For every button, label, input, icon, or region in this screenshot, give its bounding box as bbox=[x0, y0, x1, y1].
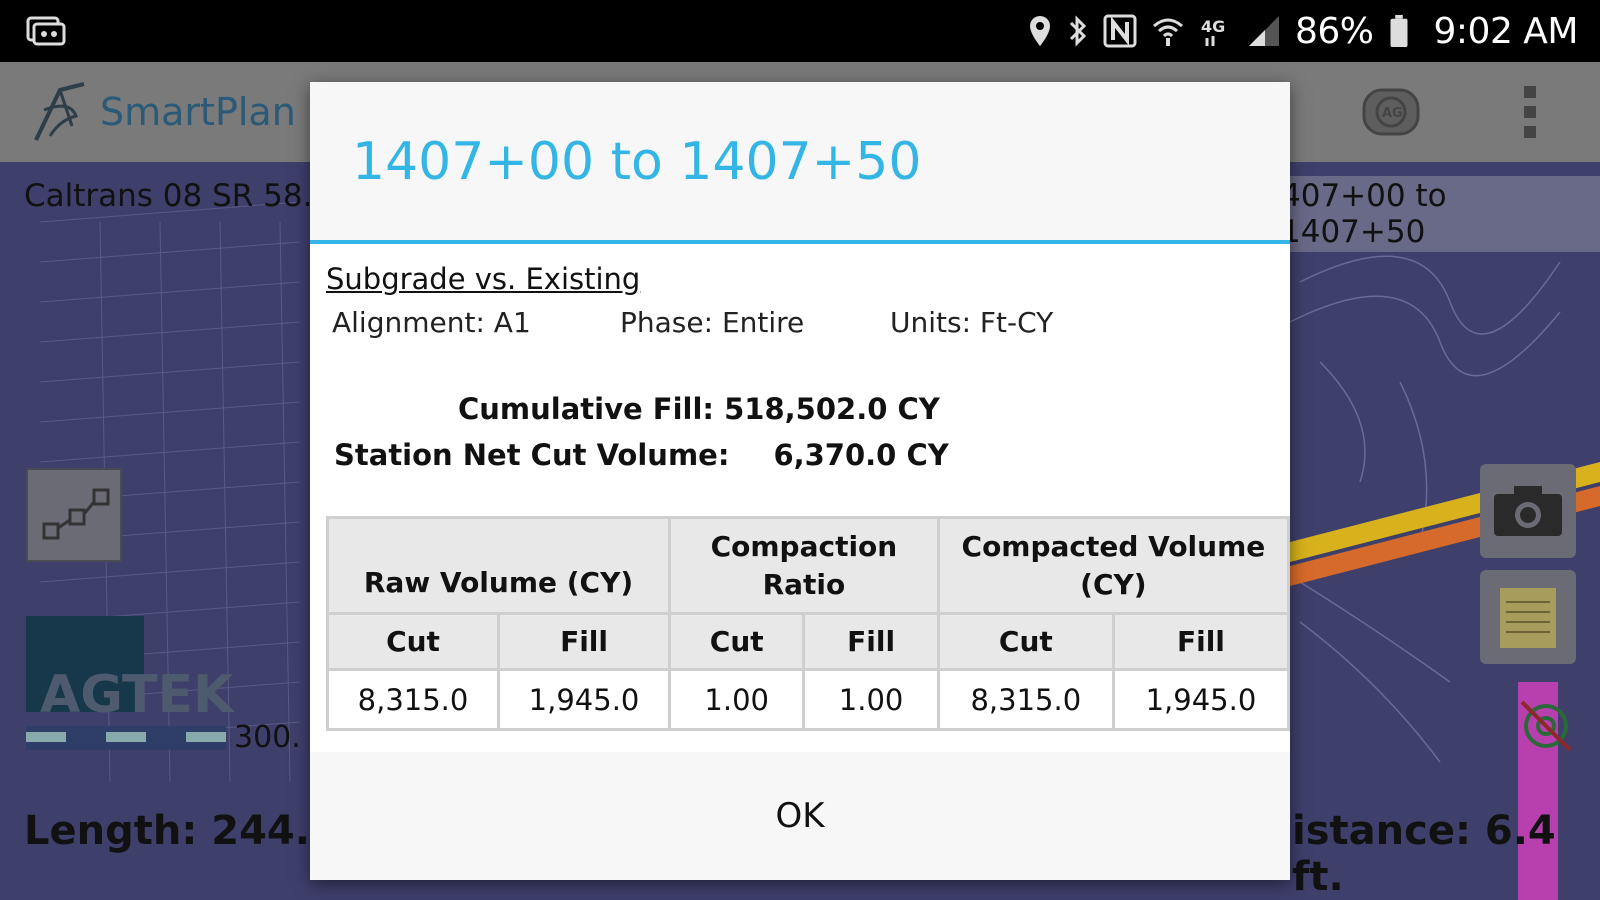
cumulative-fill-value: 518,502.0 CY bbox=[724, 392, 940, 426]
station-net-cut: Station Net Cut Volume: 6,370.0 CY bbox=[334, 438, 949, 472]
clock: 9:02 AM bbox=[1433, 10, 1579, 52]
dialog-body: Subgrade vs. Existing Alignment: A1 Phas… bbox=[310, 244, 1291, 752]
distance-readout: istance: 6.4 ft. bbox=[1292, 808, 1556, 900]
subheader-raw-fill: Fill bbox=[497, 612, 672, 671]
cumulative-fill-label: Cumulative Fill: bbox=[458, 392, 715, 426]
app-title: SmartPlan bbox=[100, 90, 296, 134]
more-vert-icon[interactable] bbox=[1520, 82, 1540, 142]
svg-text:4G: 4G bbox=[1201, 17, 1225, 36]
length-readout: Length: 244.3 bbox=[24, 808, 338, 854]
cell-raw-fill: 1,945.0 bbox=[497, 668, 672, 731]
battery-percent: 86% bbox=[1295, 10, 1374, 52]
camera-button[interactable] bbox=[1480, 464, 1576, 558]
bluetooth-icon bbox=[1069, 15, 1087, 47]
group-header-compaction-ratio: Compaction Ratio bbox=[668, 516, 940, 615]
dialog-title: 1407+00 to 1407+50 bbox=[352, 132, 922, 192]
dialog-footer: OK bbox=[310, 752, 1290, 880]
surface-comparison-heading: Subgrade vs. Existing bbox=[326, 262, 641, 296]
cell-compacted-fill: 1,945.0 bbox=[1111, 668, 1291, 731]
subheader-compacted-fill: Fill bbox=[1111, 612, 1291, 671]
locate-target-icon[interactable] bbox=[1514, 694, 1578, 758]
scale-label: 300. bbox=[234, 720, 301, 755]
phase-label: Phase: Entire bbox=[620, 306, 805, 339]
polyline-icon bbox=[42, 488, 110, 540]
notepad-icon bbox=[1500, 588, 1556, 648]
subheader-raw-cut: Cut bbox=[325, 612, 501, 671]
battery-icon bbox=[1390, 14, 1408, 48]
svg-text:AG: AG bbox=[1382, 106, 1403, 121]
ok-button[interactable]: OK bbox=[310, 752, 1290, 880]
lte-icon: 4G bbox=[1201, 17, 1225, 46]
subheader-ratio-fill: Fill bbox=[802, 612, 940, 671]
net-cut-label: Station Net Cut Volume: bbox=[334, 438, 730, 472]
net-cut-value: 6,370.0 CY bbox=[773, 438, 949, 472]
alignment-label: Alignment: A1 bbox=[332, 306, 531, 339]
project-label: Caltrans 08 SR 58. bbox=[24, 178, 313, 214]
ag-account-icon[interactable]: AG bbox=[1360, 84, 1422, 140]
app-logo-icon bbox=[34, 82, 85, 141]
wifi-icon bbox=[1153, 18, 1183, 46]
units-label: Units: Ft-CY bbox=[890, 306, 1054, 339]
signal-icon bbox=[1249, 16, 1279, 46]
agtek-logo-text: AGTEK bbox=[40, 665, 235, 725]
table-row: 8,315.0 1,945.0 1.00 1.00 8,315.0 1,945.… bbox=[325, 668, 1291, 731]
subheader-ratio-cut: Cut bbox=[668, 612, 806, 671]
status-icons: 4G 86% 9:02 AM bbox=[1027, 0, 1579, 62]
subheader-compacted-cut: Cut bbox=[936, 612, 1115, 671]
dialog-header: 1407+00 to 1407+50 bbox=[310, 82, 1290, 244]
notification-icon bbox=[26, 16, 66, 46]
cumulative-fill: Cumulative Fill: 518,502.0 CY bbox=[458, 392, 940, 426]
volume-table: Raw Volume (CY) Compaction Ratio Compact… bbox=[325, 516, 1291, 731]
cell-raw-cut: 8,315.0 bbox=[325, 668, 501, 731]
table-group-header-row: Raw Volume (CY) Compaction Ratio Compact… bbox=[325, 516, 1291, 615]
group-header-raw-volume: Raw Volume (CY) bbox=[325, 516, 672, 615]
volume-dialog: 1407+00 to 1407+50 Subgrade vs. Existing… bbox=[310, 82, 1291, 880]
cell-ratio-fill: 1.00 bbox=[802, 668, 940, 731]
group-header-compacted-volume: Compacted Volume (CY) bbox=[936, 516, 1291, 615]
nfc-icon bbox=[1103, 14, 1137, 48]
scale-bar bbox=[26, 726, 226, 750]
camera-icon bbox=[1494, 486, 1562, 536]
cell-ratio-cut: 1.00 bbox=[668, 668, 806, 731]
notes-button[interactable] bbox=[1480, 570, 1576, 664]
table-subheader-row: Cut Fill Cut Fill Cut Fill bbox=[325, 612, 1291, 671]
cell-compacted-cut: 8,315.0 bbox=[936, 668, 1115, 731]
measure-tool-button[interactable] bbox=[26, 468, 122, 562]
station-range-label: 407+00 to 1407+50 bbox=[1275, 176, 1600, 252]
location-icon bbox=[1030, 16, 1050, 46]
status-bar: 4G 86% 9:02 AM bbox=[0, 0, 1600, 62]
